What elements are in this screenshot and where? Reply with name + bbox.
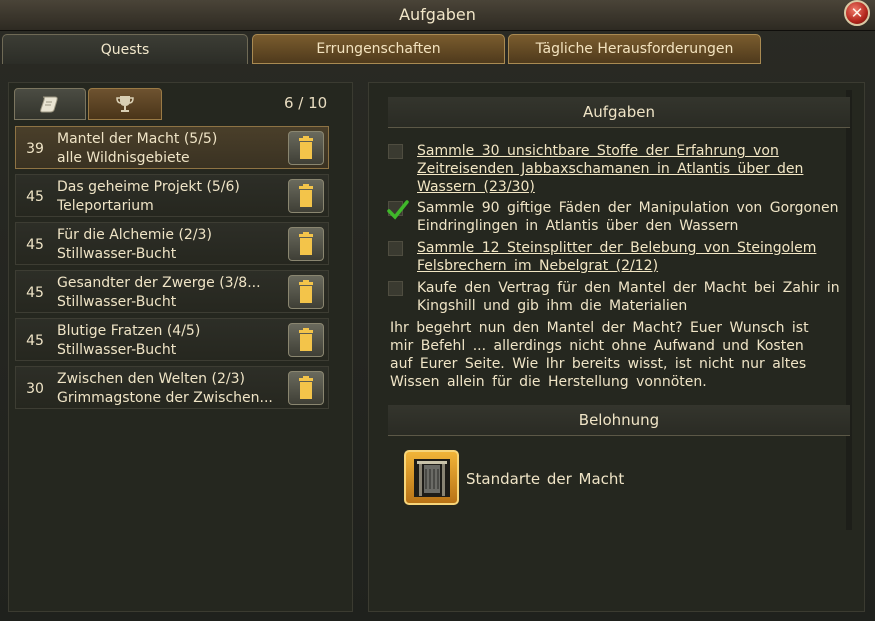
task-checkbox [388,241,403,256]
task-checkbox [388,144,403,159]
reward-name: Standarte der Macht [466,470,625,488]
quest-name: Gesandter der Zwerge (3/8... [57,275,261,291]
tab-achievements[interactable]: Errungenschaften [252,34,505,64]
task-checkbox [388,281,403,296]
quest-row[interactable]: 30 Zwischen den Welten (2/3) Grimmagston… [15,366,329,409]
quest-window: Aufgaben ✕ Quests Errungenschaften Tägli… [0,0,875,621]
quest-row[interactable]: 45 Gesandter der Zwerge (3/8... Stillwas… [15,270,329,313]
task-item: Sammle 30 unsichtbare Stoffe der Erfahru… [388,142,843,196]
quest-description: Ihr begehrt nun den Mantel der Macht? Eu… [390,320,809,390]
filter-quests-button[interactable] [14,88,86,120]
scroll-icon [40,96,58,113]
task-link[interactable]: Sammle 12 Steinsplitter der Belebung von… [417,239,842,275]
task-text: Kaufe den Vertrag für den Mantel der Mac… [417,280,840,314]
abandon-quest-button[interactable] [288,131,324,165]
quest-level: 45 [26,332,44,349]
quest-name: Blutige Fratzen (4/5) [57,323,201,339]
abandon-quest-button[interactable] [288,275,324,309]
details-scrollbar[interactable] [846,90,852,530]
quest-level: 45 [26,284,44,301]
quest-row[interactable]: 45 Für die Alchemie (2/3) Stillwasser-Bu… [15,222,329,265]
trash-icon [299,184,313,207]
quest-zone: Grimmagstone der Zwischen... [57,390,272,406]
task-item: Sammle 12 Steinsplitter der Belebung von… [388,239,843,275]
quest-row[interactable]: 39 Mantel der Macht (5/5) alle Wildnisge… [15,126,329,169]
tab-label: Tägliche Herausforderungen [535,41,734,57]
task-link[interactable]: Sammle 30 unsichtbare Stoffe der Erfahru… [417,142,842,196]
trash-icon [299,376,313,399]
trash-icon [299,328,313,351]
window-title: Aufgaben [399,5,476,24]
quest-count: 6 / 10 [284,94,328,112]
tab-label: Quests [100,41,150,58]
task-text: Sammle 90 giftige Fäden der Manipulation… [417,200,839,234]
quest-zone: Stillwasser-Bucht [57,342,177,358]
tab-quests[interactable]: Quests [2,34,248,64]
abandon-quest-button[interactable] [288,179,324,213]
tasks-header: Aufgaben [388,97,850,128]
quest-zone: Stillwasser-Bucht [57,294,177,310]
task-item: Kaufe den Vertrag für den Mantel der Mac… [388,279,843,315]
close-icon: ✕ [850,3,864,22]
quest-row[interactable]: 45 Das geheime Projekt (5/6) Teleportari… [15,174,329,217]
quest-level: 39 [26,140,44,157]
banner-icon [413,458,450,497]
quest-name: Zwischen den Welten (2/3) [57,371,245,387]
title-bar: Aufgaben [0,0,875,31]
quest-name: Mantel der Macht (5/5) [57,131,218,147]
tab-daily-challenges[interactable]: Tägliche Herausforderungen [508,34,761,64]
quest-name: Für die Alchemie (2/3) [57,227,212,243]
quest-level: 30 [26,380,44,397]
task-item: Sammle 90 giftige Fäden der Manipulation… [387,199,843,235]
quest-zone: Teleportarium [57,198,154,214]
trash-icon [299,232,313,255]
quest-name: Das geheime Projekt (5/6) [57,179,240,195]
tab-label: Errungenschaften [316,41,441,57]
reward-item[interactable] [404,450,459,505]
abandon-quest-button[interactable] [288,323,324,357]
close-button[interactable]: ✕ [844,0,870,26]
abandon-quest-button[interactable] [288,227,324,261]
quest-row[interactable]: 45 Blutige Fratzen (4/5) Stillwasser-Buc… [15,318,329,361]
quest-zone: Stillwasser-Bucht [57,246,177,262]
quest-level: 45 [26,236,44,253]
quest-zone: alle Wildnisgebiete [57,150,190,166]
trophy-icon [116,96,134,112]
checkmark-icon [387,200,409,220]
abandon-quest-button[interactable] [288,371,324,405]
task-checkbox [387,200,409,220]
trash-icon [299,136,313,159]
quest-level: 45 [26,188,44,205]
trash-icon [299,280,313,303]
reward-header: Belohnung [388,405,850,436]
filter-achievements-button[interactable] [88,88,162,120]
